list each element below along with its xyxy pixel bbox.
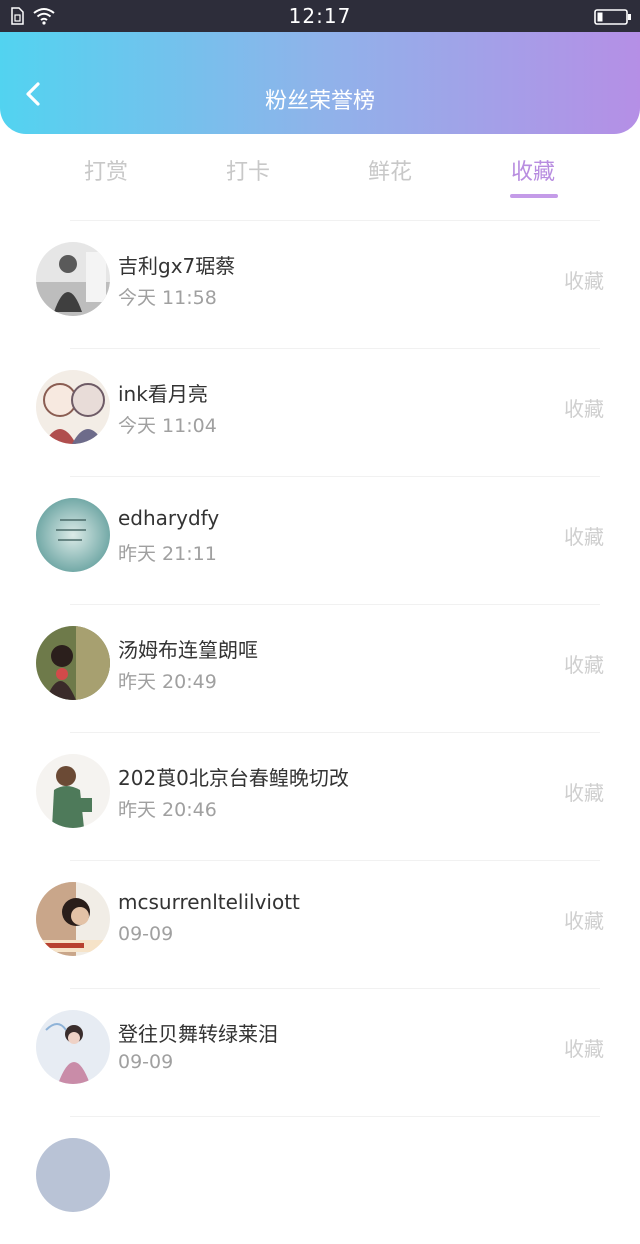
favorite-label: 收藏 xyxy=(564,525,604,549)
favorite-label: 收藏 xyxy=(564,1037,604,1061)
favorite-label: 收藏 xyxy=(564,909,604,933)
avatar[interactable] xyxy=(36,754,110,828)
fan-name: 汤姆布连篁朗哐 xyxy=(118,638,258,662)
fan-name: ink看月亮 xyxy=(118,382,208,406)
list-item[interactable]: 吉利gx7琚蔡 今天 11:58 收藏 xyxy=(0,220,640,348)
fan-name: 吉利gx7琚蔡 xyxy=(118,254,236,278)
avatar[interactable] xyxy=(36,626,110,700)
list-item[interactable] xyxy=(0,1116,640,1244)
tab-favorites[interactable]: 收藏 xyxy=(483,154,583,186)
fan-time: 昨天 20:49 xyxy=(118,671,217,693)
avatar[interactable] xyxy=(36,882,110,956)
page-title: 粉丝荣誉榜 xyxy=(264,89,375,114)
active-tab-indicator xyxy=(510,194,558,198)
status-time: 12:17 xyxy=(288,4,352,28)
favorite-label: 收藏 xyxy=(564,653,604,677)
list-item[interactable]: 汤姆布连篁朗哐 昨天 20:49 收藏 xyxy=(0,604,640,732)
fan-time: 09-09 xyxy=(118,1051,174,1073)
battery-icon xyxy=(594,9,631,25)
fan-time: 昨天 21:11 xyxy=(118,543,217,565)
tab-flowers[interactable]: 鲜花 xyxy=(340,154,440,186)
fan-name: mcsurrenltelilviott xyxy=(118,890,300,914)
list-item[interactable]: edharydfy 昨天 21:11 收藏 xyxy=(0,476,640,604)
list-item[interactable]: ink看月亮 今天 11:04 收藏 xyxy=(0,348,640,476)
list-item[interactable]: 202莨0北京台春鳇晚切改 昨天 20:46 收藏 xyxy=(0,732,640,860)
favorite-label: 收藏 xyxy=(564,269,604,293)
fan-name: 登往贝舞转绿莱泪 xyxy=(118,1022,278,1046)
fan-name: 202莨0北京台春鳇晚切改 xyxy=(118,766,349,790)
tab-reward[interactable]: 打赏 xyxy=(56,154,156,186)
list-item[interactable]: 登往贝舞转绿莱泪 09-09 收藏 xyxy=(0,988,640,1116)
list-item[interactable]: mcsurrenltelilviott 09-09 收藏 xyxy=(0,860,640,988)
fan-time: 今天 11:04 xyxy=(118,415,217,437)
favorite-label: 收藏 xyxy=(564,781,604,805)
avatar[interactable] xyxy=(36,498,110,572)
avatar[interactable] xyxy=(36,1010,110,1084)
avatar[interactable] xyxy=(36,242,110,316)
favorite-label: 收藏 xyxy=(564,397,604,421)
fan-time: 09-09 xyxy=(118,923,174,945)
tab-checkin[interactable]: 打卡 xyxy=(198,154,298,186)
avatar[interactable] xyxy=(36,1138,110,1212)
fan-time: 今天 11:58 xyxy=(118,287,217,309)
fan-name: edharydfy xyxy=(118,506,220,530)
fan-time: 昨天 20:46 xyxy=(118,799,217,821)
status-bar: 12:17 xyxy=(0,0,640,32)
avatar[interactable] xyxy=(36,370,110,444)
